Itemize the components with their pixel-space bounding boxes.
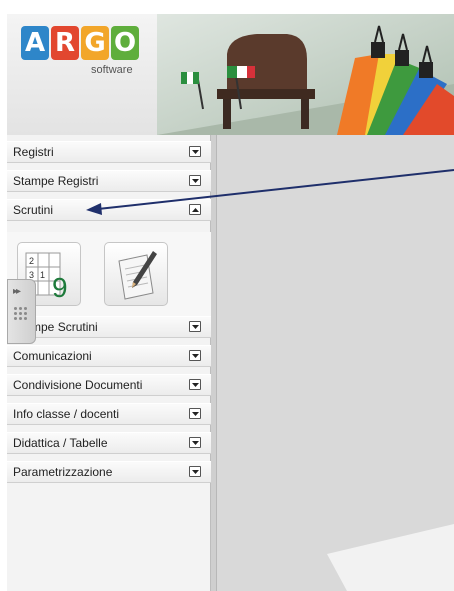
- sidebar-splitter[interactable]: [211, 135, 217, 591]
- scrutini-panel: 2 3 1 9: [7, 232, 211, 318]
- sidebar-item-stampe-scrutini[interactable]: Stampe Scrutini: [7, 316, 211, 338]
- grip-dots-icon: [14, 307, 27, 320]
- logo-letter-a: A: [21, 26, 49, 60]
- expand-toggle-icon[interactable]: [189, 437, 201, 448]
- notepad-pencil-icon: [118, 251, 157, 300]
- sidebar-item-label: Registri: [13, 145, 54, 159]
- sidebar-item-label: Parametrizzazione: [13, 465, 113, 479]
- collapse-toggle-icon[interactable]: [189, 204, 201, 215]
- sidebar-item-comunicazioni[interactable]: Comunicazioni: [7, 345, 211, 367]
- sidebar-item-didattica-tabelle[interactable]: Didattica / Tabelle: [7, 432, 211, 454]
- app-window: A R G O software Registri Stampe Registr…: [7, 14, 454, 591]
- expand-toggle-icon[interactable]: [189, 379, 201, 390]
- sidebar-item-label: Condivisione Documenti: [13, 378, 143, 392]
- expand-toggle-icon[interactable]: [189, 408, 201, 419]
- header-illustration: [157, 14, 454, 135]
- sidebar-item-label: Didattica / Tabelle: [13, 436, 108, 450]
- sidebar-item-scrutini[interactable]: Scrutini: [7, 199, 211, 221]
- sidebar-item-info-classe-docenti[interactable]: Info classe / docenti: [7, 403, 211, 425]
- double-chevron-right-icon: ▸▸: [13, 286, 21, 297]
- expand-toggle-icon[interactable]: [189, 321, 201, 332]
- sidebar-item-label: Info classe / docenti: [13, 407, 120, 421]
- sidebar-item-label: Scrutini: [13, 203, 54, 217]
- sidebar-item-registri[interactable]: Registri: [7, 141, 211, 163]
- header-banner: A R G O software: [7, 14, 454, 135]
- expand-toggle-icon[interactable]: [189, 466, 201, 477]
- sidebar-item-stampe-registri[interactable]: Stampe Registri: [7, 170, 211, 192]
- logo-letter-o: O: [111, 26, 139, 60]
- sidebar-item-parametrizzazione[interactable]: Parametrizzazione: [7, 461, 211, 483]
- sidebar-item-label: Stampe Registri: [13, 174, 99, 188]
- expand-toggle-icon[interactable]: [189, 350, 201, 361]
- expand-toggle-icon[interactable]: [189, 175, 201, 186]
- logo-area: A R G O software: [7, 14, 157, 135]
- grade-big-digit: 9: [52, 272, 68, 303]
- sidebar-item-label: Comunicazioni: [13, 349, 92, 363]
- logo-letter-r: R: [51, 26, 79, 60]
- sidebar-item-condivisione-documenti[interactable]: Condivisione Documenti: [7, 374, 211, 396]
- scrutini-tool-notes[interactable]: [104, 242, 168, 306]
- grade-digit: 2: [29, 256, 34, 266]
- grade-digit: 1: [40, 270, 45, 280]
- logo-subtitle: software: [91, 64, 133, 76]
- paper-sheet-decoration: [327, 524, 454, 591]
- sidebar-collapse-handle[interactable]: ▸▸: [7, 279, 36, 344]
- argo-logo: A R G O: [21, 26, 139, 60]
- logo-letter-g: G: [81, 26, 109, 60]
- expand-toggle-icon[interactable]: [189, 146, 201, 157]
